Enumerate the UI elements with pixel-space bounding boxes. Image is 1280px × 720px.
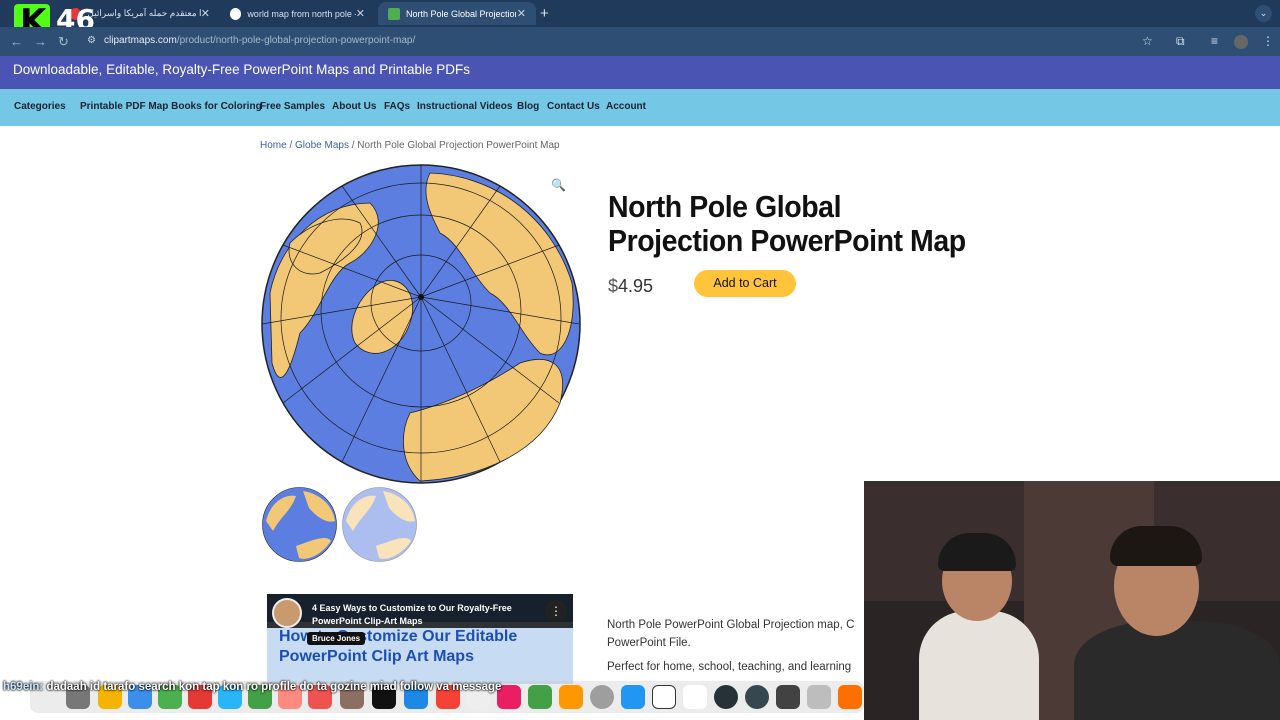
tab-bar: چرا معتقدم حمله آمریکا واسرائیل ✕ world …	[0, 0, 1280, 27]
app-store-icon[interactable]	[621, 685, 645, 709]
nav-account[interactable]: Account	[606, 101, 646, 112]
north-pole-globe-image[interactable]	[260, 163, 582, 485]
tab-label: چرا معتقدم حمله آمریکا واسرائیل	[87, 8, 201, 18]
channel-avatar[interactable]	[272, 598, 302, 628]
webcam-feed	[864, 481, 1280, 720]
numbers-icon[interactable]	[528, 685, 552, 709]
nav-contact-us[interactable]: Contact Us	[547, 101, 600, 112]
product-title: North Pole Global Projection PowerPoint …	[608, 189, 966, 258]
close-icon[interactable]: ✕	[201, 7, 210, 20]
reload-icon[interactable]: ↻	[58, 34, 69, 50]
chat-text: dadaah id tarafo search kon tap kon ro p…	[43, 681, 502, 693]
tab-search-button[interactable]: ⌄	[1255, 5, 1272, 22]
chat-message: h69ein: dadaah id tarafo search kon tap …	[3, 678, 523, 696]
video-thumb-line: PowerPoint Clip Art Maps	[279, 648, 474, 665]
nav-printable-pdf[interactable]: Printable PDF Map Books for Coloring	[80, 101, 262, 112]
media-controls-icon[interactable]: ≡	[1211, 34, 1218, 48]
address-bar: ← → ↻ ⚙ clipartmaps.com/product/north-po…	[0, 27, 1280, 56]
tab-google-search[interactable]: world map from north pole - ✕	[220, 2, 375, 25]
nav-faqs[interactable]: FAQs	[384, 101, 410, 112]
product-thumbnail[interactable]	[261, 486, 338, 563]
breadcrumb-current: North Pole Global Projection PowerPoint …	[357, 140, 560, 151]
url-host: clipartmaps.com	[104, 35, 177, 46]
google-icon	[230, 7, 242, 20]
nav-blog[interactable]: Blog	[517, 101, 539, 112]
hair	[1110, 526, 1202, 566]
zoom-icon[interactable]: 🔍	[551, 178, 566, 192]
back-icon[interactable]: ←	[10, 34, 23, 49]
pages-icon[interactable]	[559, 685, 583, 709]
breadcrumb-home[interactable]: Home	[260, 140, 287, 151]
clipartmaps-icon	[388, 7, 400, 20]
site-tagline: Downloadable, Editable, Royalty-Free Pow…	[13, 62, 470, 77]
chat-username: h69ein:	[3, 681, 44, 693]
profile-avatar[interactable]	[1234, 35, 1248, 49]
app-icon[interactable]	[745, 685, 769, 709]
breadcrumb-globe-maps[interactable]: Globe Maps	[295, 140, 349, 151]
tab-label: world map from north pole -	[247, 8, 356, 19]
breadcrumb-separator: /	[286, 140, 296, 151]
app-icon[interactable]	[776, 685, 800, 709]
site-settings-icon[interactable]: ⚙	[87, 35, 96, 46]
price-value: 4.95	[618, 276, 654, 296]
close-icon[interactable]: ✕	[517, 7, 526, 20]
new-tab-button[interactable]: +	[540, 5, 549, 22]
nav-free-samples[interactable]: Free Samples	[260, 101, 325, 112]
url-field[interactable]: clipartmaps.com/product/north-pole-globa…	[104, 35, 415, 46]
video-author: Bruce Jones	[307, 632, 366, 645]
bookmark-star-icon[interactable]: ☆	[1142, 34, 1153, 48]
system-settings-icon[interactable]	[590, 685, 614, 709]
product-price: $4.95	[608, 276, 653, 297]
product-usage: Perfect for home, school, teaching, and …	[607, 661, 852, 673]
calendar-icon[interactable]	[683, 685, 707, 709]
video-title[interactable]: 4 Easy Ways to Customize to Our Royalty-…	[312, 602, 532, 628]
close-icon[interactable]: ✕	[356, 7, 365, 20]
more-menu-icon[interactable]: ⋮	[1262, 34, 1274, 48]
video-menu-button[interactable]: ⋮	[545, 600, 567, 622]
fl-studio-icon[interactable]	[838, 685, 862, 709]
webcam-person-right	[1074, 621, 1280, 720]
url-path: /product/north-pole-global-projection-po…	[176, 35, 416, 46]
extensions-icon[interactable]: ⧉	[1176, 34, 1185, 49]
app-icon[interactable]	[807, 685, 831, 709]
app-icon[interactable]	[714, 685, 738, 709]
notion-icon[interactable]	[652, 685, 676, 709]
site-banner: Downloadable, Editable, Royalty-Free Pow…	[0, 56, 1280, 89]
nav-instructional-videos[interactable]: Instructional Videos	[417, 101, 512, 112]
nav-categories[interactable]: Categories	[14, 101, 66, 112]
tab-north-pole-map[interactable]: North Pole Global Projection ✕	[378, 2, 536, 25]
product-description: North Pole PowerPoint Global Projection …	[607, 616, 867, 652]
description-line: PowerPoint File.	[607, 637, 691, 649]
price-currency: $	[608, 276, 619, 296]
site-nav: Categories Printable PDF Map Books for C…	[0, 89, 1280, 126]
forward-icon[interactable]: →	[34, 34, 47, 49]
product-thumbnail[interactable]	[341, 486, 418, 563]
tab-label: North Pole Global Projection	[406, 8, 516, 19]
video-embed[interactable]: How to Customize Our Editable PowerPoint…	[267, 594, 573, 684]
webcam-person-left	[919, 611, 1039, 720]
description-line: North Pole PowerPoint Global Projection …	[607, 619, 855, 631]
nav-about-us[interactable]: About Us	[332, 101, 376, 112]
breadcrumb: Home / Globe Maps / North Pole Global Pr…	[260, 140, 560, 151]
add-to-cart-button[interactable]: Add to Cart	[694, 270, 796, 297]
